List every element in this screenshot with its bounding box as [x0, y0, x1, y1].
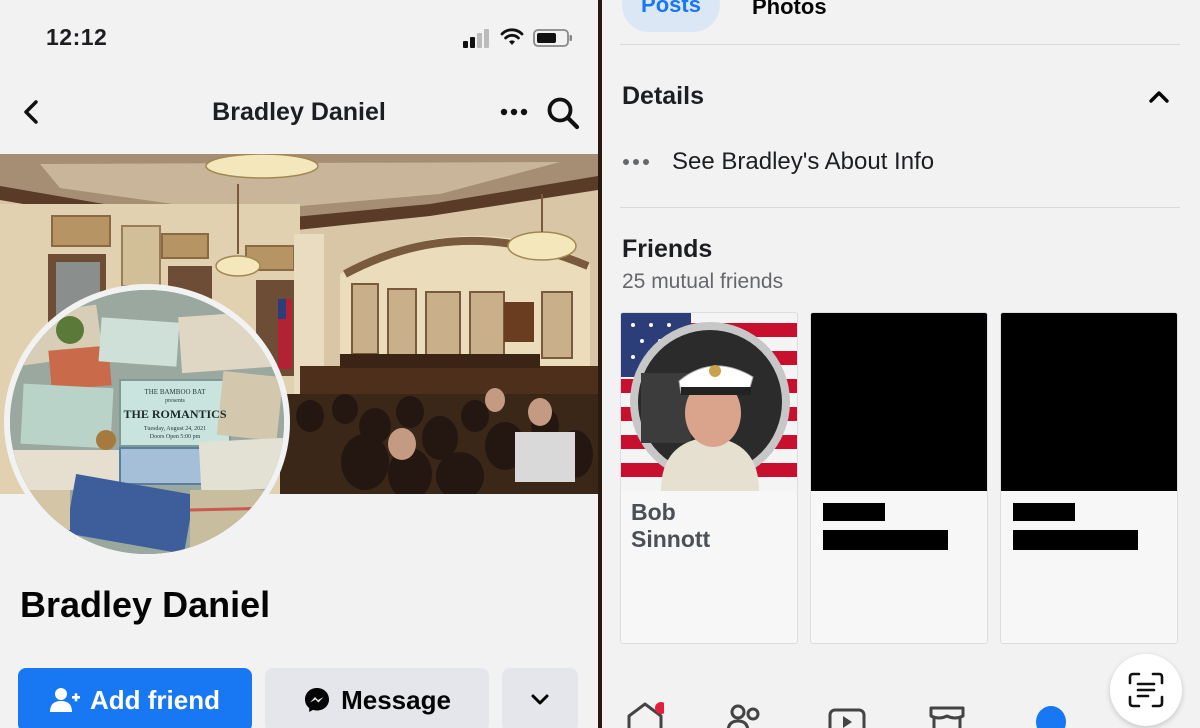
more-icon[interactable] [498, 100, 530, 124]
message-button[interactable]: Message [265, 668, 489, 728]
friend-photo-redacted [811, 313, 987, 491]
poster-line1: THE BAMBOO BAT [144, 388, 206, 396]
about-info-link[interactable]: See Bradley's About Info [622, 142, 1022, 182]
poster-headline: THE ROMANTICS [123, 407, 226, 421]
redacted-name-line [1013, 503, 1075, 521]
friend-card[interactable]: Bob Sinnott [620, 312, 798, 644]
dots-icon [623, 159, 649, 165]
friend-photo-redacted [1001, 313, 1177, 491]
poster-line4: Doors Open 5:00 pm [150, 434, 201, 440]
more-actions-button[interactable] [502, 668, 578, 728]
poster-line3: Tuesday, August 24, 2021 [144, 426, 206, 432]
mutual-friends-count: 25 mutual friends [622, 270, 784, 293]
add-friend-button[interactable]: Add friend [18, 668, 252, 728]
friend-name: Bob Sinnott [631, 499, 711, 552]
profile-screen: 12:12 Bradley Daniel THE BAMBOO BAT pres… [0, 0, 598, 728]
redacted-name-line [1013, 530, 1138, 550]
signal-icon [463, 29, 489, 48]
about-info-label: See Bradley's About Info [672, 148, 935, 175]
tab-photos[interactable]: Photos [752, 0, 827, 20]
wifi-icon [500, 28, 524, 45]
friends-icon[interactable] [726, 702, 764, 728]
chevron-up-icon[interactable] [1144, 82, 1174, 112]
details-title: Details [622, 82, 704, 110]
friend-card[interactable] [810, 312, 988, 644]
status-time: 12:12 [46, 24, 108, 50]
chevron-down-icon [531, 694, 549, 705]
messenger-icon [305, 688, 330, 712]
friend-photo-image [621, 313, 797, 491]
marketplace-icon[interactable] [928, 702, 966, 728]
scan-icon [1128, 672, 1164, 708]
profile-actions: Add friend Message [0, 668, 598, 728]
tab-posts[interactable]: Posts [622, 0, 720, 32]
avatar-collage-image: THE BAMBOO BAT presents THE ROMANTICS Tu… [10, 290, 284, 554]
friend-card[interactable] [1000, 312, 1178, 644]
battery-icon [533, 29, 572, 47]
status-bar: 12:12 [0, 0, 598, 74]
friends-title: Friends [622, 235, 713, 263]
section-divider [620, 44, 1180, 45]
profile-icon[interactable] [1032, 702, 1070, 728]
profile-nav-bar: Bradley Daniel [0, 80, 598, 146]
add-friend-label: Add friend [90, 684, 220, 715]
add-person-icon [50, 688, 80, 712]
poster-line2: presents [165, 398, 185, 404]
message-label: Message [341, 684, 451, 715]
section-divider [620, 207, 1180, 208]
avatar-photo: THE BAMBOO BAT presents THE ROMANTICS Tu… [10, 290, 284, 554]
friend-photo [621, 313, 797, 491]
profile-avatar[interactable]: THE BAMBOO BAT presents THE ROMANTICS Tu… [4, 284, 290, 560]
video-icon[interactable] [828, 702, 866, 728]
scan-text-button[interactable] [1110, 654, 1182, 726]
home-icon[interactable] [626, 702, 664, 728]
profile-name: Bradley Daniel [20, 584, 271, 625]
redacted-name-line [823, 503, 885, 521]
redacted-name-line [823, 530, 948, 550]
profile-details-screen: Posts Photos Details See Bradley's About… [602, 0, 1200, 728]
search-icon[interactable] [544, 94, 582, 132]
